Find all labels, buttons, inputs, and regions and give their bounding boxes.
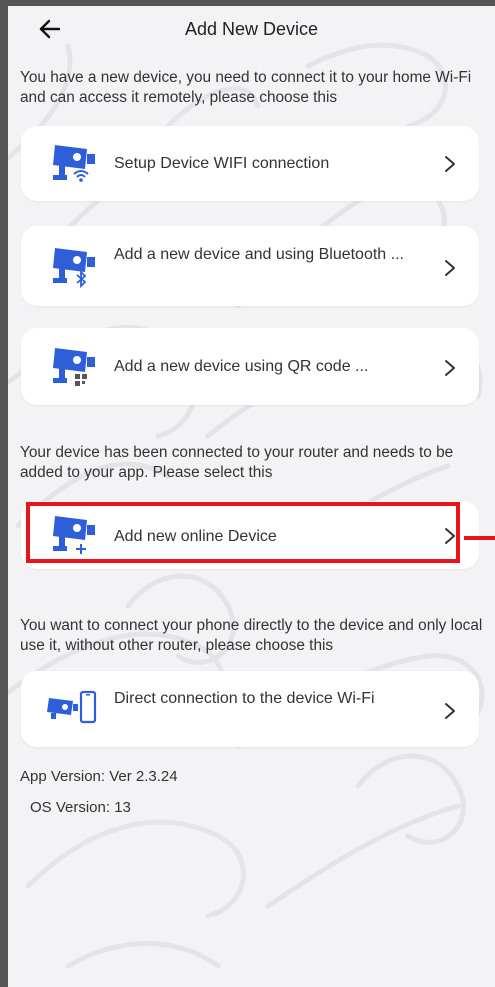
camera-wifi-icon bbox=[53, 145, 95, 182]
page-title: Add New Device bbox=[184, 19, 319, 39]
add-online-device-label: Add new online Device bbox=[114, 528, 277, 545]
chevron-right-icon bbox=[445, 360, 455, 376]
setup-wifi-button[interactable]: Setup Device WIFI connection bbox=[21, 126, 479, 201]
camera-bluetooth-icon bbox=[53, 248, 95, 289]
add-bluetooth-button[interactable]: Add a new device and using Bluetooth ... bbox=[21, 226, 479, 306]
add-bluetooth-label: Add a new device and using Bluetooth ... bbox=[114, 246, 404, 263]
camera-qr-icon bbox=[53, 348, 95, 386]
chevron-right-icon bbox=[445, 528, 455, 544]
direct-connection-label: Direct connection to the device Wi-Fi bbox=[114, 690, 375, 707]
add-qr-label: Add a new device using QR code ... bbox=[114, 358, 369, 375]
section-description-online-device: Your device has been connected to your r… bbox=[20, 444, 454, 481]
app-version-text: App Version: Ver 2.3.24 bbox=[20, 768, 178, 785]
chevron-right-icon bbox=[445, 260, 455, 276]
chevron-right-icon bbox=[445, 703, 455, 719]
section-description-direct-connection: You want to connect your phone directly … bbox=[20, 617, 483, 654]
os-version-text: OS Version: 13 bbox=[30, 799, 131, 816]
app-screen: Add New Device You have a new device, yo… bbox=[8, 6, 495, 987]
chevron-right-icon bbox=[445, 156, 455, 172]
direct-connection-button[interactable]: Direct connection to the device Wi-Fi bbox=[21, 671, 479, 747]
header-bar: Add New Device bbox=[8, 6, 495, 52]
camera-add-icon bbox=[53, 516, 95, 554]
setup-wifi-label: Setup Device WIFI connection bbox=[114, 155, 330, 172]
add-online-device-button[interactable]: Add new online Device bbox=[21, 501, 479, 569]
section-description-new-device: You have a new device, you need to conne… bbox=[20, 69, 472, 106]
camera-phone-icon bbox=[47, 690, 97, 724]
add-qr-button[interactable]: Add a new device using QR code ... bbox=[21, 328, 479, 405]
